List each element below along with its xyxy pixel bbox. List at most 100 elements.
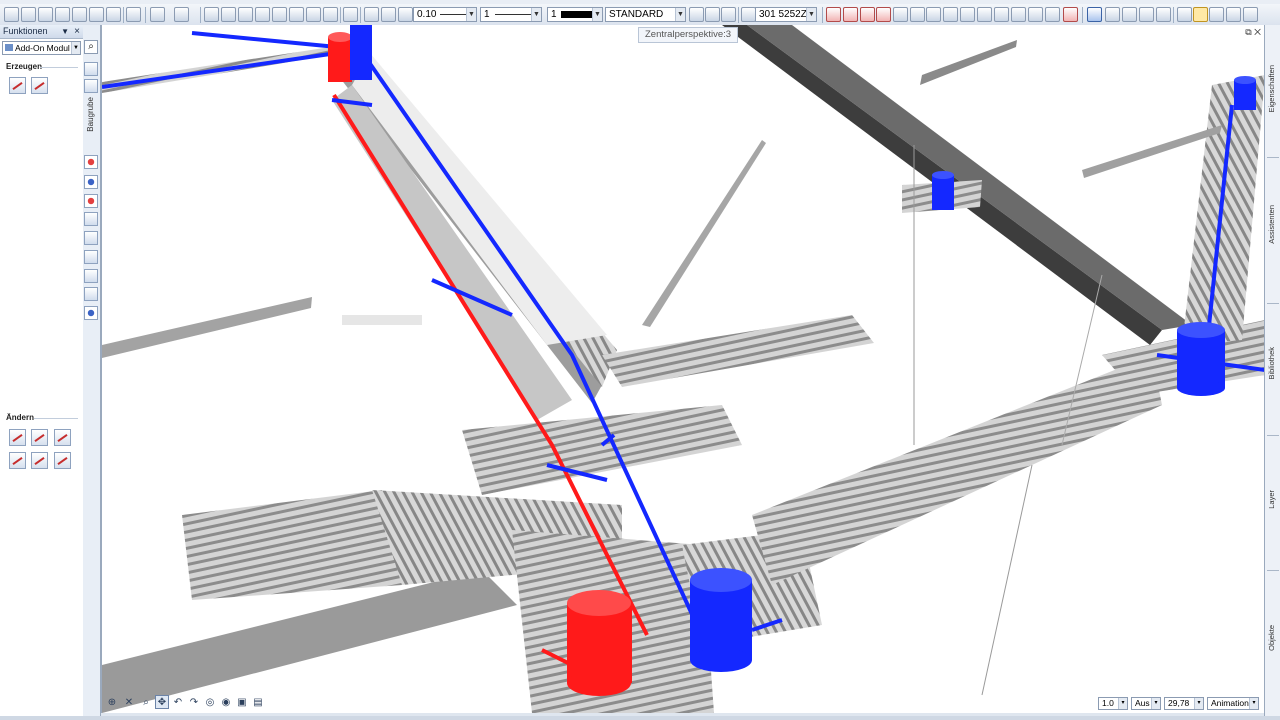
snap-icon[interactable] [1087,7,1102,22]
modify-layer-tool[interactable] [54,452,71,469]
camera-icon[interactable]: ◎ [203,695,217,709]
palette-tool-icon[interactable] [84,231,98,245]
mirror-icon[interactable] [306,7,321,22]
line-type-select[interactable]: 1 ▼ [480,7,542,22]
format-icon[interactable] [364,7,379,22]
layer-visibility-icon[interactable] [689,7,704,22]
palette-tool-icon[interactable] [84,155,98,169]
close-view-icon[interactable]: ✕ [122,695,136,709]
eye-icon[interactable]: ◉ [219,695,233,709]
rotate-icon[interactable] [289,7,304,22]
palette-tool-icon[interactable] [84,79,98,93]
pencil-icon[interactable] [398,7,413,22]
cube-icon[interactable] [323,7,338,22]
modify-points-icon[interactable] [1028,7,1043,22]
pin-icon[interactable]: ▼ [61,25,69,38]
print-icon[interactable] [89,7,104,22]
tab-objekte[interactable]: Objekte [1267,625,1276,651]
angle-icon[interactable] [1122,7,1137,22]
parallel-icon[interactable] [926,7,941,22]
close-x-icon[interactable] [1063,7,1078,22]
palette-tool-icon[interactable] [84,62,98,76]
move-icon[interactable] [272,7,287,22]
search-icon[interactable]: ⌕ [84,40,98,54]
layer-select[interactable]: STANDARD ▼ [605,7,686,22]
file-tree-icon[interactable] [38,7,53,22]
palette-tool-icon[interactable] [84,306,98,320]
copy-objects-icon[interactable] [1045,7,1060,22]
funnel-icon[interactable] [1243,7,1258,22]
stretch-icon[interactable] [1011,7,1026,22]
palette-tool-icon[interactable] [84,269,98,283]
undo-view-icon[interactable]: ↶ [171,695,185,709]
module-select[interactable]: Add-On Modul ▼ [2,41,81,55]
animation-mode-select[interactable]: Animation ▾ [1207,697,1259,710]
chamfer-icon[interactable] [994,7,1009,22]
select-icon[interactable] [1177,7,1192,22]
copy-icon[interactable] [221,7,236,22]
undo-icon[interactable] [150,7,165,22]
tab-assistenten[interactable]: Assistenten [1267,205,1276,244]
extend-icon[interactable] [943,7,958,22]
close-icon[interactable]: × [74,25,80,38]
area-icon[interactable] [1156,7,1171,22]
measure-icon[interactable] [1105,7,1120,22]
save-icon[interactable] [72,7,87,22]
tab-layer[interactable]: Layer [1267,490,1276,509]
delete-pen-icon[interactable] [843,7,858,22]
create-slope-tool[interactable] [31,77,48,94]
palette-tool-icon[interactable] [84,212,98,226]
angle-stepper[interactable]: 29,78 ▾ [1164,697,1204,710]
color-select[interactable]: 1 ▼ [547,7,603,22]
cut-icon[interactable] [204,7,219,22]
tab-eigenschaften[interactable]: Eigenschaften [1267,65,1276,113]
modify-line-tool[interactable] [9,429,26,446]
delete-icon[interactable] [255,7,270,22]
modify-cross-tool[interactable] [54,429,71,446]
help-icon[interactable] [343,7,358,22]
project-icon[interactable] [55,7,70,22]
coordinate-icon[interactable] [1139,7,1154,22]
modify-edit-tool[interactable] [31,452,48,469]
join-icon[interactable] [910,7,925,22]
redo-view-icon[interactable]: ↷ [187,695,201,709]
palette-tool-icon[interactable] [84,175,98,189]
tab-baugrube[interactable]: Baugrube [86,97,95,132]
tab-bibliothek[interactable]: Bibliothek [1267,347,1276,380]
paste-icon[interactable] [238,7,253,22]
filter-icon[interactable] [1226,7,1241,22]
trim-icon[interactable] [876,7,891,22]
image-icon[interactable] [126,7,141,22]
unit-select[interactable]: Aus ▾ [1131,697,1161,710]
viewport-window-controls[interactable]: ⧉ ✕ [1245,27,1261,38]
split-icon[interactable] [893,7,908,22]
delete-partial-icon[interactable] [860,7,875,22]
dimension-icon[interactable]: ▤ [251,695,265,709]
redo-icon[interactable] [174,7,189,22]
fit-icon[interactable]: ▣ [235,695,249,709]
create-excavation-tool[interactable] [9,77,26,94]
layer-status-select[interactable]: 301 5252Z ▼ [755,7,817,22]
modify-area-tool[interactable] [31,429,48,446]
palette-tool-icon[interactable] [84,194,98,208]
zoom-window-icon[interactable]: ⌕ [139,695,153,709]
offset-icon[interactable] [960,7,975,22]
sum-icon[interactable] [1209,7,1224,22]
pan-icon[interactable]: ✥ [155,695,169,709]
pen-thickness-select[interactable]: 0.10 ▼ [413,7,477,22]
scale-stepper[interactable]: 1.0 ▾ [1098,697,1128,710]
palette-tool-icon[interactable] [84,287,98,301]
active-selection-icon[interactable] [1193,7,1208,22]
modify-parallel-tool[interactable] [9,452,26,469]
pen-icon[interactable] [381,7,396,22]
open-file-icon[interactable] [21,7,36,22]
3d-viewport[interactable]: Zentralperspektive:3 ⧉ ✕ [101,25,1265,713]
palette-tool-icon[interactable] [84,250,98,264]
new-file-icon[interactable] [4,7,19,22]
layer-lock-icon[interactable] [705,7,720,22]
layer-filter-icon[interactable] [721,7,736,22]
plot-icon[interactable] [106,7,121,22]
fillet-icon[interactable] [977,7,992,22]
eraser-icon[interactable] [826,7,841,22]
zoom-all-icon[interactable]: ⊕ [105,695,119,709]
